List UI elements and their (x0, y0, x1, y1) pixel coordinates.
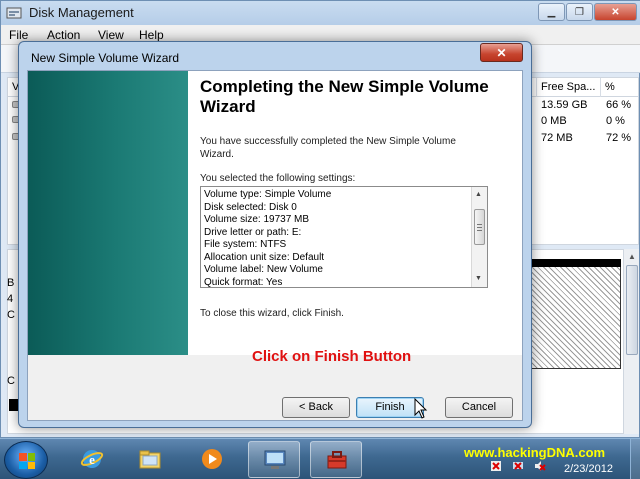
scrollbar-thumb[interactable] (626, 265, 638, 355)
disk-label: B (7, 277, 15, 289)
column-free-space[interactable]: Free Spa... (536, 78, 600, 97)
grip-line (477, 227, 482, 228)
volume-icon[interactable] (534, 460, 546, 472)
close-icon: ✕ (611, 6, 620, 18)
watermark-url: www.hackingDNA.com (464, 445, 606, 460)
grip-line (477, 224, 482, 225)
disk-label: C (7, 309, 15, 321)
taskbar-internet-explorer[interactable]: e (66, 441, 118, 478)
disk-management-icon (6, 7, 22, 19)
dm-close-button[interactable]: ✕ (594, 3, 637, 21)
setting-allocation-unit: Allocation unit size: Default (204, 251, 325, 263)
disk-label: 4 (7, 293, 14, 305)
wizard-titlebar[interactable]: New Simple Volume Wizard ✕ (19, 42, 531, 70)
row-free-space: 72 MB (541, 132, 573, 144)
setting-file-system: File system: NTFS (204, 239, 287, 250)
restore-icon: ❐ (575, 6, 584, 18)
dm-window-title: Disk Management (29, 5, 134, 20)
success-text: You have successfully completed the New … (200, 136, 456, 160)
back-button[interactable]: < Back (282, 397, 350, 418)
scroll-down-icon[interactable]: ▼ (475, 275, 482, 282)
network-icon[interactable] (512, 460, 524, 472)
menu-view[interactable]: View (98, 28, 124, 42)
settings-list: Volume type: Simple Volume Disk selected… (204, 189, 470, 288)
row-percent-free: 66 % (606, 99, 632, 111)
menu-action[interactable]: Action (47, 28, 80, 42)
wizard-close-button[interactable]: ✕ (480, 43, 523, 62)
taskbar: e www.hackingDNA.com 2/23/2012 (0, 438, 640, 479)
windows-logo-icon (19, 453, 35, 469)
disk-view-scrollbar[interactable]: ▲ (623, 249, 639, 434)
computer-management-icon (264, 450, 286, 469)
mouse-pointer-icon (414, 398, 428, 419)
maximize-button[interactable]: ❐ (566, 3, 593, 21)
column-percent-free[interactable]: % Free (600, 78, 640, 112)
setting-volume-type: Volume type: Simple Volume (204, 189, 332, 200)
wizard-body: Completing the New Simple Volume Wizard … (27, 70, 523, 421)
row-free-space: 0 MB (541, 115, 567, 127)
action-center-icon[interactable] (490, 460, 502, 472)
close-icon: ✕ (496, 45, 507, 60)
internet-explorer-icon: e (80, 450, 104, 468)
taskbar-computer-management[interactable] (248, 441, 300, 478)
row-free-space: 13.59 GB (541, 99, 588, 111)
toolbox-icon (327, 451, 347, 469)
setting-quick-format: Quick format: Yes (204, 276, 283, 288)
taskbar-disk-management[interactable] (310, 441, 362, 478)
scroll-up-icon[interactable]: ▲ (475, 191, 482, 198)
selected-settings-label: You selected the following settings: (200, 173, 356, 184)
media-player-icon (202, 449, 222, 469)
close-instruction-text: To close this wizard, click Finish. (200, 308, 344, 319)
folder-icon (139, 450, 161, 469)
wizard-heading: Completing the New Simple Volume Wizard (200, 77, 489, 116)
scroll-up-icon[interactable]: ▲ (626, 251, 638, 263)
unallocated-partition[interactable] (531, 259, 621, 369)
new-simple-volume-wizard: New Simple Volume Wizard ✕ Completing th… (18, 41, 532, 428)
wizard-title: New Simple Volume Wizard (31, 51, 180, 65)
settings-scroll-thumb[interactable] (474, 209, 485, 245)
disk-label: C (7, 375, 15, 387)
cancel-button[interactable]: Cancel (445, 397, 513, 418)
dm-window-controls: ▁ ❐ ✕ (538, 3, 637, 21)
row-percent-free: 72 % (606, 132, 632, 144)
menu-file[interactable]: File (9, 28, 28, 42)
wizard-side-banner (28, 71, 188, 355)
setting-disk-selected: Disk selected: Disk 0 (204, 201, 297, 213)
settings-scrollbar[interactable]: ▲ ▼ (471, 187, 487, 287)
taskbar-media-player[interactable] (186, 441, 238, 478)
show-desktop-button[interactable] (630, 439, 640, 479)
row-percent-free: 0 % (606, 115, 625, 127)
svg-text:e: e (89, 452, 95, 467)
taskbar-explorer[interactable] (124, 441, 176, 478)
minimize-button[interactable]: ▁ (538, 3, 565, 21)
partition-header-bar (531, 259, 621, 267)
setting-drive-letter: Drive letter or path: E: (204, 226, 302, 238)
tutorial-annotation: Click on Finish Button (252, 348, 412, 365)
grip-line (477, 230, 482, 231)
settings-summary-box[interactable]: Volume type: Simple Volume Disk selected… (200, 186, 488, 288)
dm-titlebar[interactable]: Disk Management ▁ ❐ ✕ (1, 1, 640, 25)
minimize-icon: ▁ (547, 6, 556, 18)
menu-help[interactable]: Help (139, 28, 164, 42)
setting-volume-size: Volume size: 19737 MB (204, 214, 310, 225)
setting-volume-label: Volume label: New Volume (204, 264, 323, 275)
wizard-content: Completing the New Simple Volume Wizard … (188, 71, 522, 355)
clock-date[interactable]: 2/23/2012 (564, 463, 613, 475)
start-button[interactable] (4, 441, 48, 479)
